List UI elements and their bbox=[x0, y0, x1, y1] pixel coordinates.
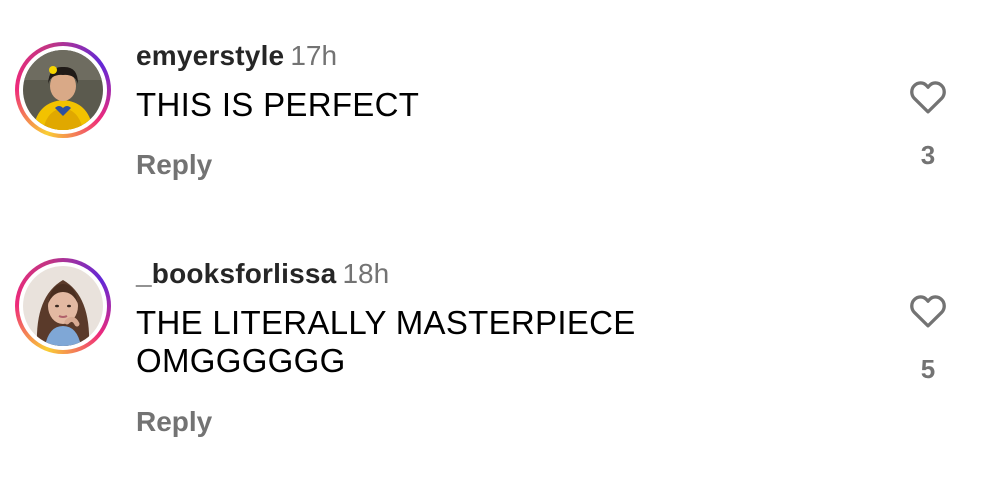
comment-text: THE LITERALLY MASTERPIECE OMGGGGGG bbox=[136, 304, 776, 380]
reply-button[interactable]: Reply bbox=[136, 149, 212, 181]
avatar[interactable] bbox=[23, 266, 103, 346]
heart-outline-icon[interactable] bbox=[906, 290, 950, 332]
comment-item: _booksforlissa 18h THE LITERALLY MASTERPI… bbox=[0, 230, 1000, 478]
story-ring[interactable] bbox=[15, 42, 111, 138]
like-column: 5 bbox=[896, 290, 960, 384]
like-count: 3 bbox=[920, 140, 936, 170]
comment-text-line: THE LITERALLY MASTERPIECE bbox=[136, 304, 636, 341]
story-ring[interactable] bbox=[15, 258, 111, 354]
username[interactable]: emyerstyle bbox=[136, 40, 284, 71]
comment-meta: emyerstyle 17h bbox=[136, 40, 337, 72]
avatar-photo-icon bbox=[23, 266, 103, 346]
like-column: 3 bbox=[896, 76, 960, 170]
heart-outline-icon[interactable] bbox=[906, 76, 950, 118]
avatar-photo-icon bbox=[23, 50, 103, 130]
comment-text-line: OMGGGGGG bbox=[136, 342, 346, 379]
comment-meta: _booksforlissa 18h bbox=[136, 258, 389, 290]
comment-item: emyerstyle 17h THIS IS PERFECT Reply 3 bbox=[0, 0, 1000, 230]
username[interactable]: _booksforlissa bbox=[136, 258, 336, 289]
comment-text-line: THIS IS PERFECT bbox=[136, 86, 420, 123]
comment-text: THIS IS PERFECT bbox=[136, 86, 776, 124]
avatar[interactable] bbox=[23, 50, 103, 130]
like-count: 5 bbox=[920, 354, 936, 384]
timestamp: 18h bbox=[342, 258, 390, 289]
reply-button[interactable]: Reply bbox=[136, 406, 212, 438]
timestamp: 17h bbox=[290, 40, 338, 71]
